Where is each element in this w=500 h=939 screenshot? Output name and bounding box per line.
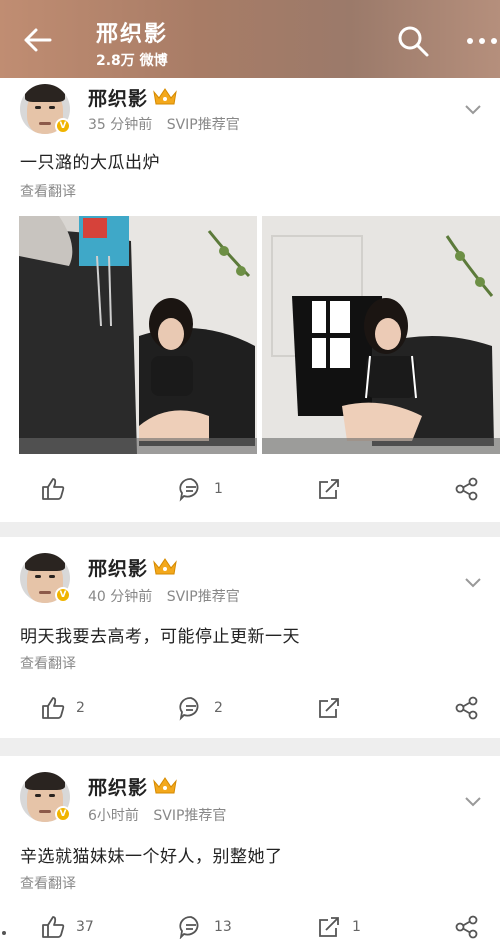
action-bar: 37 13 1 xyxy=(0,912,500,939)
post-source: SVIP推荐官 xyxy=(166,589,240,605)
page-title: 邢织影 xyxy=(96,22,169,47)
share-button[interactable] xyxy=(454,693,480,723)
repost-icon xyxy=(319,479,339,499)
like-count: 2 xyxy=(76,700,85,716)
comment-count: 13 xyxy=(214,919,232,935)
post-meta: 35 分钟前 SVIP推荐官 xyxy=(88,114,250,134)
comment-button[interactable]: 13 xyxy=(178,912,232,939)
comment-button[interactable]: 1 xyxy=(178,474,223,504)
post-meta: 40 分钟前 SVIP推荐官 xyxy=(88,586,250,606)
post-text: 辛选就猫妹妹一个好人，别整她了 xyxy=(20,847,283,867)
share-button[interactable] xyxy=(454,912,480,939)
translate-link[interactable]: 查看翻译 xyxy=(20,653,76,673)
crown-icon xyxy=(153,777,177,794)
repost-icon xyxy=(319,698,339,718)
share-button[interactable] xyxy=(454,474,480,504)
chevron-down-icon[interactable] xyxy=(464,577,482,589)
translate-link[interactable]: 查看翻译 xyxy=(20,873,76,893)
search-icon[interactable] xyxy=(396,24,430,58)
back-arrow-icon[interactable] xyxy=(20,22,56,58)
post-card: V 邢织影 35 分钟前 SVIP推荐官 一只潞的大瓜出炉 查看翻译 1 xyxy=(0,78,500,522)
translate-link[interactable]: 查看翻译 xyxy=(20,181,76,201)
like-button[interactable] xyxy=(40,474,76,504)
post-source: SVIP推荐官 xyxy=(166,117,240,133)
post-image[interactable] xyxy=(262,216,500,454)
more-icon[interactable] xyxy=(464,26,500,56)
like-icon xyxy=(42,916,65,938)
like-icon xyxy=(42,697,65,719)
author-name[interactable]: 邢织影 xyxy=(88,84,148,111)
scroll-indicator xyxy=(2,931,6,935)
post-text: 一只潞的大瓜出炉 xyxy=(20,153,160,173)
post-count: 2.8万 微博 xyxy=(96,53,168,69)
post-text: 明天我要去高考，可能停止更新一天 xyxy=(20,627,300,647)
comment-count: 1 xyxy=(214,481,223,497)
action-bar: 1 xyxy=(0,474,500,514)
like-button[interactable]: 2 xyxy=(40,693,85,723)
repost-button[interactable] xyxy=(316,474,352,504)
post-card: V 邢织影 6小时前 SVIP推荐官 辛选就猫妹妹一个好人，别整她了 查看翻译 … xyxy=(0,756,500,939)
top-bar: 邢织影 2.8万 微博 xyxy=(0,0,500,78)
comment-icon xyxy=(179,478,199,502)
crown-icon xyxy=(153,558,177,575)
comment-icon xyxy=(179,916,199,939)
comment-icon xyxy=(179,697,199,721)
repost-icon xyxy=(319,917,339,937)
post-card: V 邢织影 40 分钟前 SVIP推荐官 明天我要去高考，可能停止更新一天 查看… xyxy=(0,537,500,738)
like-count: 37 xyxy=(76,919,94,935)
like-icon xyxy=(42,478,65,500)
comment-button[interactable]: 2 xyxy=(178,693,223,723)
post-image[interactable] xyxy=(19,216,257,454)
post-time: 6小时前 xyxy=(88,808,139,824)
repost-button[interactable] xyxy=(316,693,352,723)
action-bar: 2 2 xyxy=(0,693,500,733)
repost-button[interactable]: 1 xyxy=(316,912,361,939)
post-time: 40 分钟前 xyxy=(88,589,153,605)
post-meta: 6小时前 SVIP推荐官 xyxy=(88,805,236,825)
post-time: 35 分钟前 xyxy=(88,117,153,133)
author-name[interactable]: 邢织影 xyxy=(88,773,148,800)
crown-icon xyxy=(153,88,177,105)
comment-count: 2 xyxy=(214,700,223,716)
post-source: SVIP推荐官 xyxy=(153,808,227,824)
share-icon xyxy=(455,696,478,720)
chevron-down-icon[interactable] xyxy=(464,104,482,116)
share-icon xyxy=(455,915,478,939)
repost-count: 1 xyxy=(352,919,361,935)
share-icon xyxy=(455,477,478,501)
verified-badge-icon: V xyxy=(55,118,71,134)
chevron-down-icon[interactable] xyxy=(464,796,482,808)
verified-badge-icon: V xyxy=(55,806,71,822)
like-button[interactable]: 37 xyxy=(40,912,94,939)
author-name[interactable]: 邢织影 xyxy=(88,554,148,581)
verified-badge-icon: V xyxy=(55,587,71,603)
